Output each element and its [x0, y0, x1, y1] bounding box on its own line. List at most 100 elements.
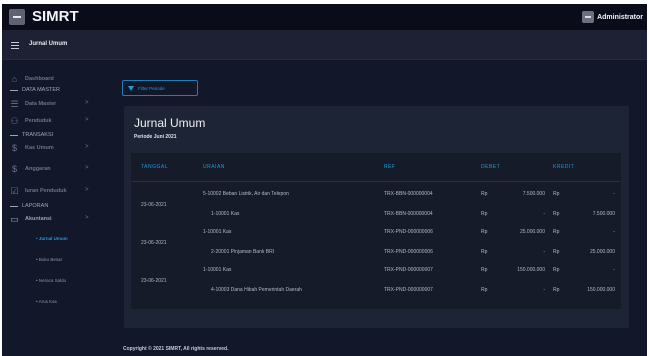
filter-button-label: Filter Periode — [138, 85, 165, 91]
chevron-right-icon: > — [85, 117, 89, 123]
sidebar-subitem-label: Buku Besar — [38, 257, 63, 262]
cell-debet: 25.000.000 — [519, 229, 545, 235]
header-ref: REF — [384, 164, 396, 170]
cell-kredit: 150.000.000 — [587, 287, 615, 293]
section-dash — [10, 134, 18, 136]
hamburger-menu-icon[interactable] — [11, 42, 19, 49]
cell-ref: TRX-BBN-000000004 — [384, 191, 433, 197]
dollar-icon: $ — [11, 142, 17, 153]
cell-kredit-currency: Rp — [553, 211, 560, 217]
section-label: DATA MASTER — [22, 87, 60, 93]
cell-kredit: 25.000.000 — [589, 249, 615, 255]
cell-ref: TRX-BBN-000000004 — [384, 211, 433, 217]
sidebar-item-data-master[interactable]: ☰ Data Master — [10, 99, 56, 109]
sidebar-section-data-master: DATA MASTER — [10, 85, 60, 95]
cell-kredit: 7.500.000 — [592, 211, 615, 217]
chevron-right-icon: > — [85, 165, 89, 171]
top-navbar: SIMRT Administrator — [2, 4, 647, 30]
people-icon: ⚇ — [10, 115, 19, 126]
sidebar-item-penduduk[interactable]: ⚇ Penduduk — [10, 115, 52, 126]
app-window: SIMRT Administrator Jurnal Umum ⌂ Dashbo… — [2, 4, 647, 356]
sidebar-item-kas-umum[interactable]: $ Kas Umum — [10, 143, 54, 153]
filter-icon — [128, 85, 134, 91]
cell-kredit-currency: Rp — [553, 249, 560, 255]
chevron-right-icon: > — [85, 100, 89, 106]
section-label: LAPORAN — [22, 203, 49, 209]
header-uraian: URAIAN — [203, 164, 225, 170]
sidebar-item-label: Akuntansi — [25, 216, 52, 222]
app-logo-icon[interactable] — [9, 9, 25, 25]
cell-ref: TRX-PND-000000007 — [384, 287, 433, 293]
sidebar-subitem-label: Arus Kas — [38, 299, 57, 304]
cell-uraian: 4-10003 Dana Hibah Pemerintah Daerah — [211, 287, 302, 293]
cell-debet: 150.000.000 — [517, 267, 545, 273]
header-tanggal: TANGGAL — [141, 164, 169, 170]
cell-kredit-currency: Rp — [553, 267, 560, 273]
sidebar-item-label: Iuran Penduduk — [25, 188, 67, 194]
sidebar-item-label: Dashboard — [25, 76, 54, 82]
cell-uraian: 1-10001 Kas — [203, 229, 232, 235]
sidebar-section-laporan: LAPORAN — [10, 201, 48, 211]
cell-debet-currency: Rp — [481, 229, 488, 235]
cell-ref: TRX-PND-000000006 — [384, 229, 433, 235]
brand-name[interactable]: SIMRT — [32, 9, 79, 25]
jurnal-table: TANGGAL URAIAN REF DEBET KREDIT 23-06-20… — [131, 153, 621, 309]
cell-ref: TRX-PND-000000006 — [384, 249, 433, 255]
monitor-icon: ▭ — [10, 213, 19, 224]
footer-copyright: Copyright © 2021 SIMRT, All rights reser… — [123, 346, 229, 352]
cell-debet-currency: Rp — [481, 191, 488, 197]
sidebar-subitem-jurnal-umum[interactable]: • Jurnal Umum — [36, 236, 68, 244]
cell-ref: TRX-PND-000000007 — [384, 267, 433, 273]
chevron-right-icon: > — [85, 215, 89, 221]
cell-date: 23-06-2021 — [141, 278, 167, 284]
user-avatar-icon — [582, 11, 595, 23]
cell-kredit: - — [613, 229, 615, 235]
header-debet: DEBET — [481, 164, 501, 170]
header-divider — [131, 181, 621, 182]
section-dash — [10, 89, 18, 91]
card-period: Periode Juni 2021 — [134, 134, 177, 140]
sidebar-subitem-neraca-saldo[interactable]: • Neraca Saldo — [36, 278, 66, 286]
sidebar-item-iuran-penduduk[interactable]: ☑ Iuran Penduduk — [10, 186, 67, 196]
sidebar-item-anggaran[interactable]: $ Anggaran — [10, 164, 51, 174]
sidebar-item-label: Kas Umum — [25, 145, 54, 151]
cell-uraian: 5-10002 Beban Listrik, Air dan Telepon — [203, 191, 289, 197]
sidebar-subitem-buku-besar[interactable]: • Buku Besar — [36, 257, 62, 265]
cell-debet-currency: Rp — [481, 267, 488, 273]
page-title: Jurnal Umum — [29, 41, 68, 47]
user-menu[interactable]: Administrator — [582, 10, 643, 24]
sidebar-item-label: Penduduk — [25, 118, 52, 124]
cell-debet: - — [543, 287, 545, 293]
sidebar-item-akuntansi[interactable]: ▭ Akuntansi — [10, 213, 52, 224]
page-header-bar: Jurnal Umum — [2, 30, 647, 60]
cell-uraian: 2-20001 Pinjaman Bank BRI — [211, 249, 275, 255]
cell-uraian: 1-10001 Kas — [211, 211, 240, 217]
section-label: TRANSAKSI — [22, 132, 54, 138]
cell-kredit-currency: Rp — [553, 287, 560, 293]
cell-date: 23-06-2021 — [141, 240, 167, 246]
cell-debet: - — [543, 211, 545, 217]
sidebar-section-transaksi: TRANSAKSI — [10, 130, 53, 140]
user-name: Administrator — [597, 13, 643, 21]
filter-periode-button[interactable]: Filter Periode — [122, 80, 198, 96]
sidebar-item-dashboard[interactable]: ⌂ Dashboard — [10, 74, 54, 84]
sidebar: ⌂ Dashboard DATA MASTER ☰ Data Master > … — [2, 61, 114, 356]
chevron-right-icon: > — [85, 187, 89, 193]
cell-kredit: - — [613, 267, 615, 273]
cell-kredit-currency: Rp — [553, 191, 560, 197]
jurnal-card: Jurnal Umum Periode Juni 2021 TANGGAL UR… — [124, 106, 629, 328]
header-kredit: KREDIT — [553, 164, 575, 170]
sidebar-item-label: Anggaran — [25, 166, 51, 172]
section-dash — [10, 205, 18, 207]
cell-debet-currency: Rp — [481, 249, 488, 255]
sidebar-subitem-label: Neraca Saldo — [38, 278, 67, 283]
cell-date: 23-06-2021 — [141, 202, 167, 208]
cell-debet-currency: Rp — [481, 211, 488, 217]
sidebar-item-label: Data Master — [25, 101, 57, 107]
home-icon: ⌂ — [11, 73, 18, 84]
cell-kredit: - — [613, 191, 615, 197]
sidebar-subitem-arus-kas[interactable]: • Arus Kas — [36, 299, 57, 307]
chevron-right-icon: > — [85, 144, 89, 150]
dollar-icon: $ — [11, 163, 17, 174]
cell-debet: 7.500.000 — [522, 191, 545, 197]
